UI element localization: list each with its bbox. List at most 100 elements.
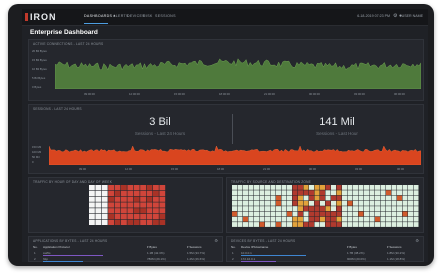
heatmap-cell[interactable] (259, 216, 265, 222)
heatmap-cell[interactable] (375, 190, 380, 196)
heatmap-cell[interactable] (364, 222, 369, 227)
heatmap-cell[interactable] (133, 196, 140, 202)
heatmap-cell[interactable] (114, 219, 121, 225)
heatmap-cell[interactable] (309, 206, 314, 211)
heatmap-cell[interactable] (133, 214, 140, 220)
heatmap-cell[interactable] (342, 185, 347, 190)
heatmap-cell[interactable] (347, 222, 353, 227)
heatmap-cell[interactable] (237, 216, 243, 222)
heatmap-cell[interactable] (270, 190, 276, 196)
heatmap-cell[interactable] (108, 214, 114, 220)
heatmap-cell[interactable] (114, 196, 121, 202)
heatmap-cell[interactable] (121, 219, 127, 225)
heatmap-cell[interactable] (413, 200, 419, 206)
heatmap-cell[interactable] (121, 202, 127, 208)
heatmap-cell[interactable] (298, 222, 303, 227)
column-header[interactable]: ▾ Bytes (147, 245, 157, 249)
heatmap-cell[interactable] (397, 190, 402, 196)
heatmap-cell[interactable] (243, 211, 248, 217)
heatmap-cell[interactable] (320, 190, 325, 196)
heatmap-cell[interactable] (127, 196, 134, 202)
heatmap-cell[interactable] (325, 222, 331, 227)
gear-icon[interactable]: ⚙ (393, 14, 398, 19)
heatmap-cell[interactable] (281, 190, 287, 196)
heatmap-cell[interactable] (254, 200, 259, 206)
heatmap-cell[interactable] (347, 190, 353, 196)
heatmap-cell[interactable] (95, 219, 102, 225)
heatmap-cell[interactable] (413, 195, 419, 201)
heatmap-cell[interactable] (232, 185, 237, 190)
heatmap-cell[interactable] (391, 200, 397, 206)
heatmap-cell[interactable] (89, 196, 95, 202)
heatmap-cell[interactable] (353, 195, 358, 201)
heatmap-cell[interactable] (320, 200, 325, 206)
heatmap-cell[interactable] (391, 216, 397, 222)
heatmap-cell[interactable] (331, 195, 336, 201)
nav-risk[interactable]: RISK (143, 14, 153, 18)
heatmap-cell[interactable] (292, 185, 298, 190)
heatmap-cell[interactable] (353, 200, 358, 206)
heatmap-cell[interactable] (369, 195, 375, 201)
heatmap-cell[interactable] (287, 195, 292, 201)
heatmap-cell[interactable] (254, 222, 259, 227)
heatmap-cell[interactable] (375, 195, 380, 201)
heatmap-cell[interactable] (336, 216, 342, 222)
heatmap-cell[interactable] (303, 200, 309, 206)
heatmap-cell[interactable] (292, 222, 298, 227)
heatmap-cell[interactable] (248, 206, 254, 211)
heatmap-cell[interactable] (146, 219, 153, 225)
heatmap-cell[interactable] (375, 200, 380, 206)
heatmap-cell[interactable] (108, 219, 114, 225)
heatmap-cell[interactable] (336, 195, 342, 201)
heatmap-cell[interactable] (380, 190, 386, 196)
heatmap-cell[interactable] (353, 211, 358, 217)
heatmap-cell[interactable] (408, 185, 413, 190)
heatmap-cell[interactable] (89, 190, 95, 196)
heatmap-cell[interactable] (127, 190, 134, 196)
column-header[interactable]: No. (33, 245, 38, 249)
heatmap-cell[interactable] (364, 216, 369, 222)
heatmap-cell[interactable] (270, 195, 276, 201)
heatmap-cell[interactable] (347, 195, 353, 201)
heatmap-cell[interactable] (331, 185, 336, 190)
heatmap-cell[interactable] (336, 190, 342, 196)
heatmap-cell[interactable] (303, 185, 309, 190)
heatmap-cell[interactable] (237, 206, 243, 211)
heatmap-cell[interactable] (89, 202, 95, 208)
heatmap-cell[interactable] (397, 200, 402, 206)
heatmap-cell[interactable] (248, 190, 254, 196)
heatmap-cell[interactable] (89, 208, 95, 214)
heatmap-cell[interactable] (331, 206, 336, 211)
heatmap-cell[interactable] (270, 211, 276, 217)
heatmap-cell[interactable] (237, 222, 243, 227)
heatmap-cell[interactable] (276, 222, 281, 227)
heatmap-cell[interactable] (325, 206, 331, 211)
heatmap-cell[interactable] (314, 222, 320, 227)
heatmap-cell[interactable] (314, 195, 320, 201)
heatmap-cell[interactable] (397, 222, 402, 227)
heatmap-cell[interactable] (397, 206, 402, 211)
heatmap-cell[interactable] (347, 185, 353, 190)
heatmap-cell[interactable] (413, 206, 419, 211)
heatmap-cell[interactable] (121, 214, 127, 220)
heatmap-cell[interactable] (325, 211, 331, 217)
heatmap-cell[interactable] (159, 202, 166, 208)
heatmap-cell[interactable] (325, 185, 331, 190)
heatmap-cell[interactable] (114, 185, 121, 191)
heatmap-cell[interactable] (146, 185, 153, 191)
heatmap-cell[interactable] (402, 222, 408, 227)
heatmap-cell[interactable] (108, 185, 114, 191)
heatmap-cell[interactable] (320, 216, 325, 222)
column-header[interactable]: Application Protocol (43, 245, 70, 249)
heatmap-cell[interactable] (309, 200, 314, 206)
settings-icon[interactable]: ⚙ (415, 238, 419, 243)
heatmap-cell[interactable] (402, 200, 408, 206)
heatmap-cell[interactable] (114, 214, 121, 220)
heatmap-cell[interactable] (325, 200, 331, 206)
heatmap-cell[interactable] (369, 185, 375, 190)
heatmap-cell[interactable] (265, 195, 270, 201)
heatmap-cell[interactable] (364, 185, 369, 190)
heatmap-cell[interactable] (127, 185, 134, 191)
heatmap-cell[interactable] (342, 195, 347, 201)
heatmap-cell[interactable] (303, 211, 309, 217)
